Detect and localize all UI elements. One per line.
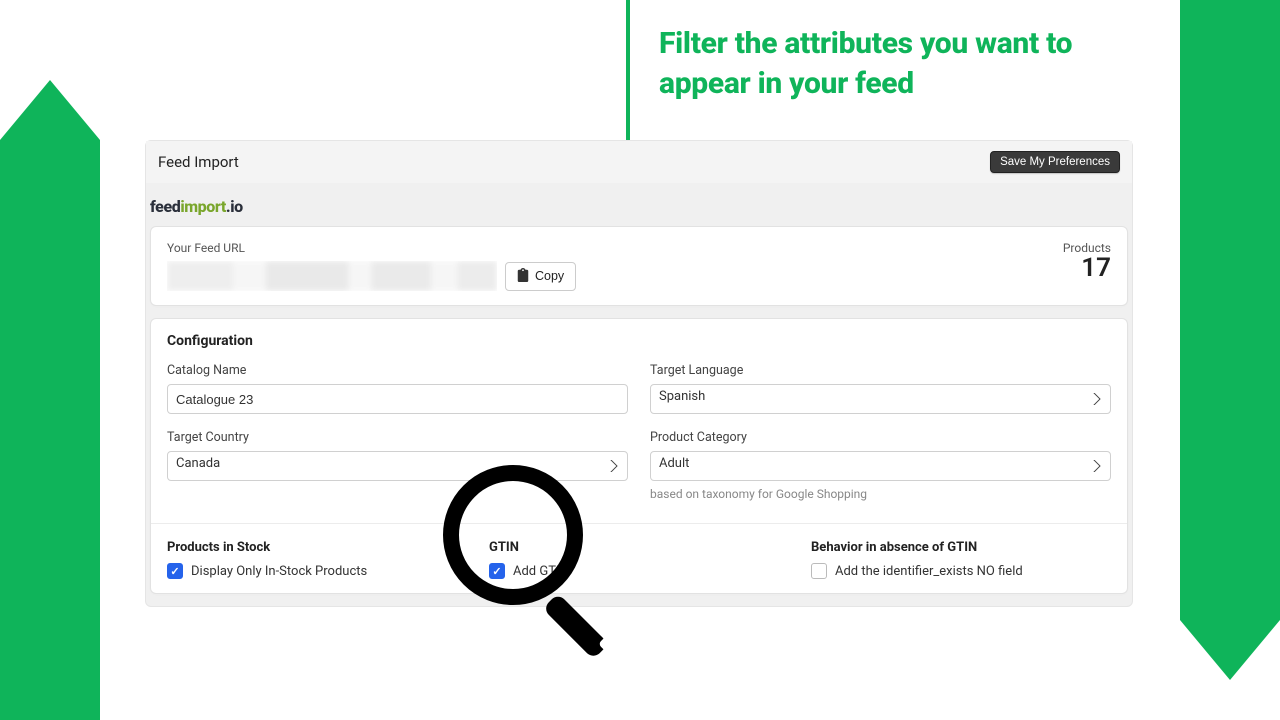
feed-url-label: Your Feed URL (167, 241, 1047, 255)
add-gtin-checkbox[interactable] (489, 563, 505, 579)
feed-url-input[interactable] (167, 261, 497, 291)
catalog-name-label: Catalog Name (167, 363, 628, 378)
feed-url-card: Your Feed URL Copy Products 17 (150, 226, 1128, 306)
clipboard-icon (517, 268, 529, 285)
product-category-select[interactable]: Adult (650, 451, 1111, 481)
brand-part-2: import (180, 197, 226, 216)
products-count: 17 (1063, 255, 1111, 281)
copy-button-label: Copy (535, 269, 564, 283)
target-country-label: Target Country (167, 430, 628, 445)
identifier-exists-label: Add the identifier_exists NO field (835, 564, 1023, 579)
decoration-right (1180, 0, 1280, 680)
display-in-stock-label: Display Only In-Stock Products (191, 564, 367, 579)
copy-button[interactable]: Copy (505, 262, 576, 291)
behavior-heading: Behavior in absence of GTIN (811, 540, 1111, 555)
page-title: Feed Import (158, 153, 239, 171)
gtin-heading: GTIN (489, 540, 789, 555)
section-divider (151, 523, 1127, 524)
configuration-card: Configuration Catalog Name Target Langua… (150, 318, 1128, 594)
configuration-title: Configuration (167, 333, 1111, 349)
product-category-label: Product Category (650, 430, 1111, 445)
brand-part-1: feed (150, 197, 180, 216)
display-in-stock-checkbox-row[interactable]: Display Only In-Stock Products (167, 563, 467, 579)
target-language-label: Target Language (650, 363, 1111, 378)
identifier-exists-checkbox[interactable] (811, 563, 827, 579)
headline-text: Filter the attributes you want to appear… (659, 24, 1129, 103)
products-in-stock-heading: Products in Stock (167, 540, 467, 555)
brand-logo: feedimport.io (146, 183, 1132, 222)
add-gtin-checkbox-row[interactable]: Add GTIN (489, 563, 789, 579)
add-gtin-label: Add GTIN (513, 564, 569, 579)
save-preferences-button[interactable]: Save My Preferences (990, 151, 1120, 173)
app-header: Feed Import Save My Preferences (146, 141, 1132, 183)
target-country-select[interactable]: Canada (167, 451, 628, 481)
headline-divider (626, 0, 630, 145)
target-language-select[interactable]: Spanish (650, 384, 1111, 414)
app-window: Feed Import Save My Preferences feedimpo… (145, 140, 1133, 607)
brand-part-3: .io (226, 197, 243, 216)
catalog-name-input[interactable] (167, 384, 628, 414)
gtin-column: GTIN Add GTIN (489, 540, 789, 579)
product-category-helper: based on taxonomy for Google Shopping (650, 487, 1111, 501)
decoration-left (0, 80, 100, 720)
identifier-exists-checkbox-row[interactable]: Add the identifier_exists NO field (811, 563, 1111, 579)
display-in-stock-checkbox[interactable] (167, 563, 183, 579)
stock-column: Products in Stock Display Only In-Stock … (167, 540, 467, 579)
behavior-column: Behavior in absence of GTIN Add the iden… (811, 540, 1111, 579)
